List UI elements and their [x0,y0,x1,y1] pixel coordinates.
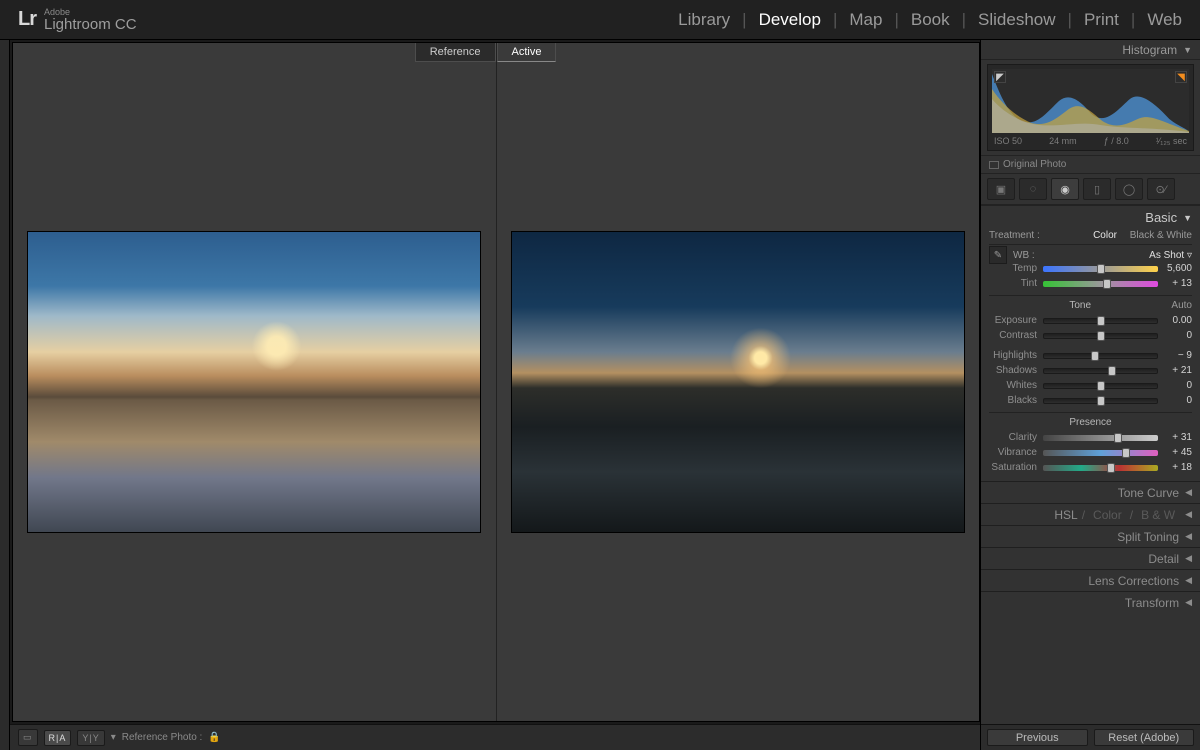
workspace: Reference Active ▭ R|A Y|Y ▾ Reference P… [0,40,1200,750]
whites-slider[interactable]: Whites0 [989,378,1192,393]
module-web[interactable]: Web [1147,10,1182,30]
lens-corrections-panel[interactable]: Lens Corrections◀ [981,569,1200,591]
histogram-box: ◤ ◥ ISO 50 24 mm ƒ / 8.0 ¹⁄₁₂₅ sec [987,64,1194,151]
split-toning-panel[interactable]: Split Toning◀ [981,525,1200,547]
reference-photo-label: Reference Photo : [122,732,203,743]
left-panel-collapsed[interactable] [0,40,10,750]
chevron-down-icon[interactable]: ▾ [111,732,116,743]
brush-tool[interactable]: ⊙⁄ [1147,178,1175,200]
radial-tool[interactable]: ◯ [1115,178,1143,200]
view-mode-before-after[interactable]: Y|Y [77,730,104,746]
highlights-slider[interactable]: Highlights− 9 [989,348,1192,363]
treatment-label: Treatment : [989,230,1040,241]
reset-button[interactable]: Reset (Adobe) [1094,729,1195,746]
histogram-meta: ISO 50 24 mm ƒ / 8.0 ¹⁄₁₂₅ sec [992,133,1189,146]
redeye-tool[interactable]: ◉ [1051,178,1079,200]
shadow-clip-icon[interactable]: ◤ [994,71,1006,83]
shadows-slider[interactable]: Shadows+ 21 [989,363,1192,378]
blacks-slider[interactable]: Blacks0 [989,393,1192,408]
basic-header[interactable]: Basic▼ [981,205,1200,229]
module-book[interactable]: Book [911,10,950,30]
module-develop[interactable]: Develop [759,10,821,30]
reference-pane[interactable]: Reference [13,43,496,721]
gradient-tool[interactable]: ▯ [1083,178,1111,200]
module-library[interactable]: Library [678,10,730,30]
right-panel-footer: Previous Reset (Adobe) [981,724,1200,750]
tone-subhead: Tone Auto [989,295,1192,313]
exposure-slider[interactable]: Exposure0.00 [989,313,1192,328]
meta-focal: 24 mm [1049,136,1077,146]
histogram-title: Histogram [1122,43,1177,57]
tone-curve-panel[interactable]: Tone Curve◀ [981,481,1200,503]
meta-aperture: ƒ / 8.0 [1104,136,1129,146]
compare-viewer: Reference Active [12,42,980,722]
vibrance-slider[interactable]: Vibrance+ 45 [989,445,1192,460]
active-image[interactable] [511,231,965,533]
treatment-bw[interactable]: Black & White [1130,230,1192,241]
module-slideshow[interactable]: Slideshow [978,10,1056,30]
top-bar: Lr Adobe Lightroom CC Library| Develop| … [0,0,1200,40]
contrast-slider[interactable]: Contrast0 [989,328,1192,343]
treatment-color[interactable]: Color [1093,230,1117,241]
highlight-clip-icon[interactable]: ◥ [1175,71,1187,83]
lock-icon[interactable]: 🔒 [208,732,220,743]
view-mode-reference[interactable]: R|A [44,730,72,746]
active-label: Active [497,43,557,62]
tint-slider[interactable]: Tint + 13 [989,276,1192,291]
hsl-panel[interactable]: HSL/Color/B & W◀ [981,503,1200,525]
view-mode-loupe[interactable]: ▭ [18,729,38,746]
histogram-header[interactable]: Histogram▼ [981,40,1200,60]
clarity-slider[interactable]: Clarity+ 31 [989,430,1192,445]
logo-lr: Lr [18,8,36,31]
spot-tool[interactable]: ◌ [1019,178,1047,200]
saturation-slider[interactable]: Saturation+ 18 [989,460,1192,475]
brand-block: Adobe Lightroom CC [44,8,137,32]
module-picker: Library| Develop| Map| Book| Slideshow| … [678,10,1182,30]
basic-title: Basic [1145,210,1177,225]
viewer-toolbar: ▭ R|A Y|Y ▾ Reference Photo : 🔒 [10,724,980,750]
local-tools: ▣ ◌ ◉ ▯ ◯ ⊙⁄ [981,173,1200,205]
brand-product: Lightroom CC [44,17,137,32]
auto-tone-button[interactable]: Auto [1171,300,1192,311]
wb-select[interactable]: As Shot ▿ [1149,250,1192,261]
meta-iso: ISO 50 [994,136,1022,146]
original-photo-label: Original Photo [1003,159,1066,170]
reference-image[interactable] [27,231,481,533]
transform-panel[interactable]: Transform◀ [981,591,1200,613]
histogram-graph[interactable]: ◤ ◥ [992,69,1189,133]
module-map[interactable]: Map [849,10,882,30]
checkbox-icon[interactable] [989,161,999,169]
presence-subhead: Presence [989,412,1192,430]
eyedropper-icon[interactable]: ✎ [989,246,1007,264]
detail-panel[interactable]: Detail◀ [981,547,1200,569]
basic-panel: Treatment : Color Black & White ✎ WB : A… [981,229,1200,481]
active-pane[interactable]: Active [496,43,980,721]
treatment-row: Treatment : Color Black & White [989,229,1192,245]
reference-label: Reference [415,43,496,62]
right-panel: Histogram▼ ◤ ◥ ISO 50 24 mm ƒ / 8.0 ¹⁄₁₂… [980,40,1200,750]
crop-tool[interactable]: ▣ [987,178,1015,200]
meta-shutter: ¹⁄₁₂₅ sec [1156,136,1187,146]
previous-button[interactable]: Previous [987,729,1088,746]
original-photo-row[interactable]: Original Photo [981,155,1200,173]
wb-row: ✎ WB : As Shot ▿ [989,245,1192,261]
temp-slider[interactable]: Temp 5,600 [989,261,1192,276]
module-print[interactable]: Print [1084,10,1119,30]
wb-label: WB : [1013,250,1035,261]
